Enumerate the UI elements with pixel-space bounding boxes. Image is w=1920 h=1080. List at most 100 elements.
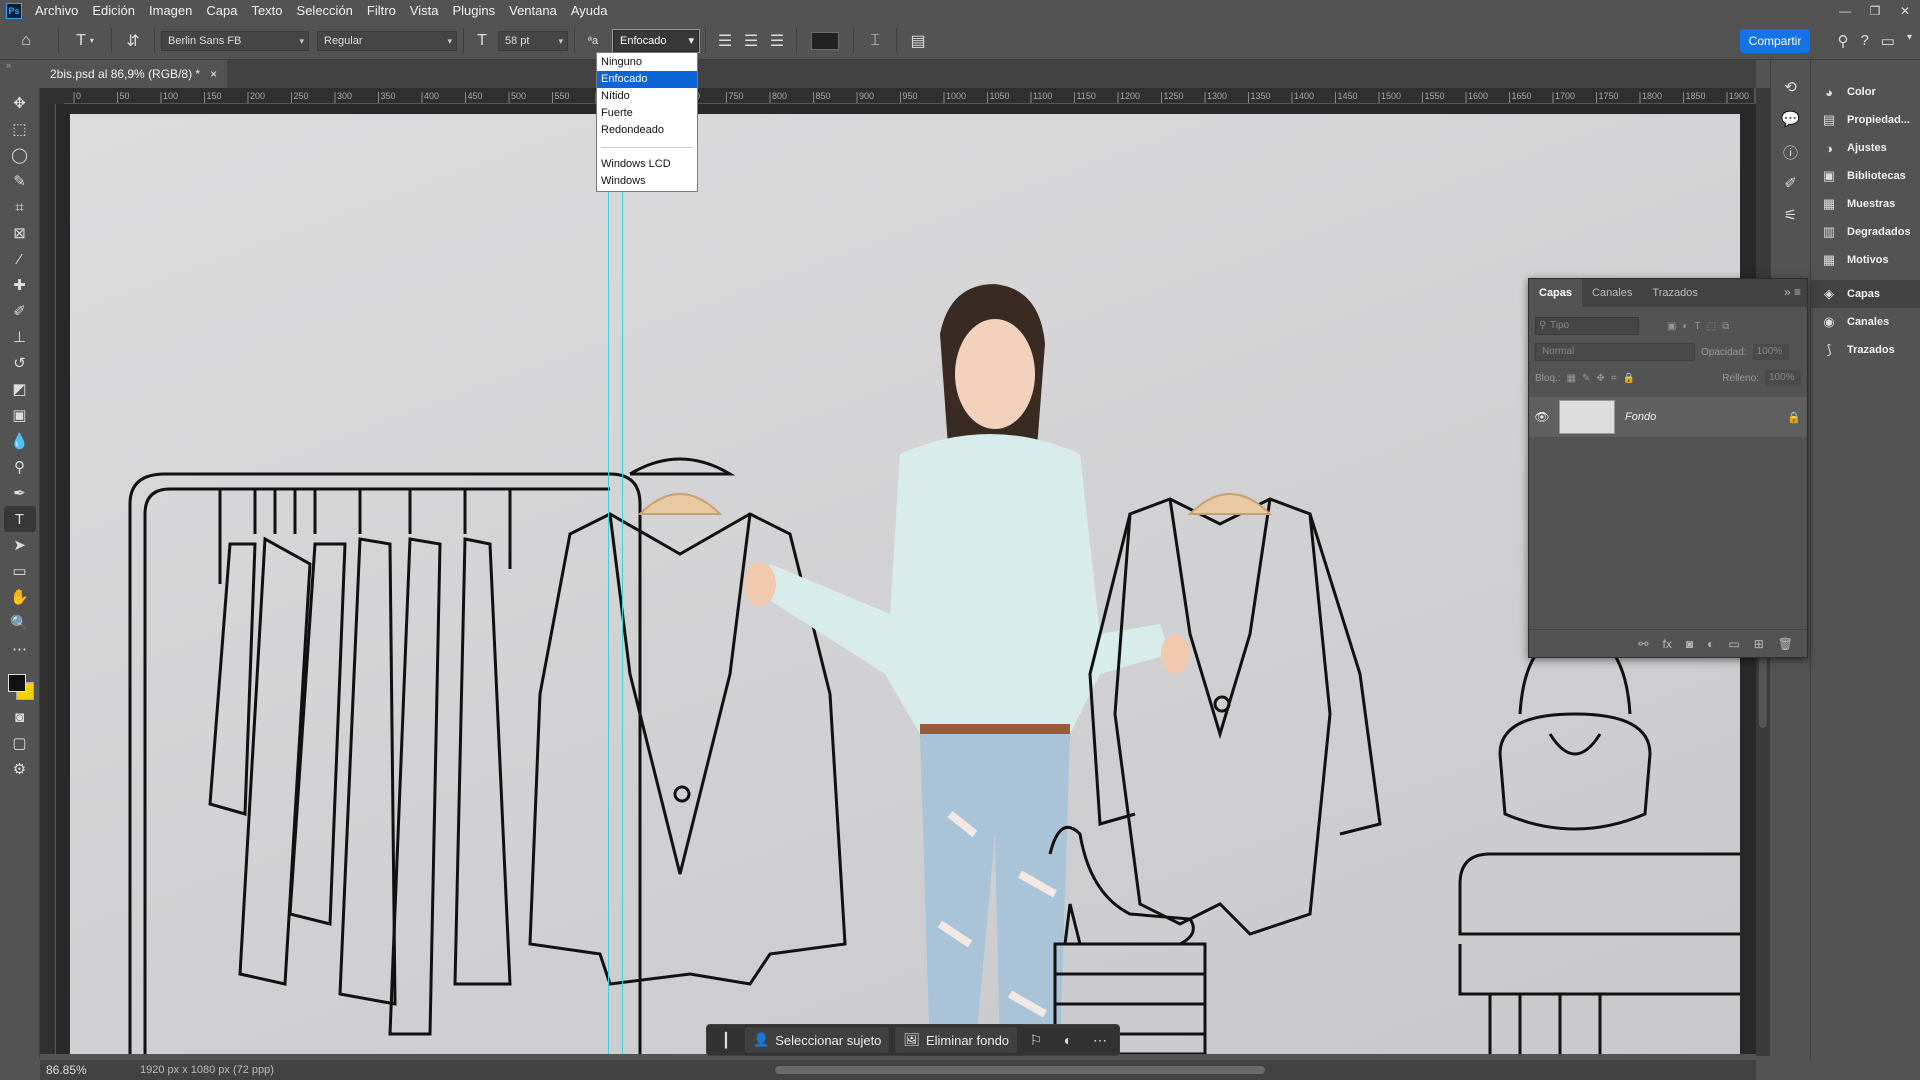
blend-mode-select[interactable]: Normal (1535, 343, 1695, 361)
lock-all-icon[interactable]: 🔒 (1622, 373, 1634, 384)
canvas-area[interactable] (56, 104, 1756, 1054)
hand-tool-icon[interactable]: ✋ (4, 584, 36, 610)
share-button[interactable]: Compartir (1740, 29, 1810, 53)
panel-gradients[interactable]: ▥ Degradados (1811, 218, 1920, 246)
panel-patterns[interactable]: ▦ Motivos (1811, 246, 1920, 274)
blur-tool-icon[interactable]: 💧 (4, 428, 36, 454)
layer-style-icon[interactable]: fx (1663, 637, 1672, 651)
dropdown-option-ninguno[interactable]: Ninguno (597, 54, 697, 71)
document-tab[interactable]: 2bis.psd al 86,9% (RGB/8) * × (40, 60, 228, 88)
visibility-eye-icon[interactable]: 👁 (1529, 410, 1555, 424)
clone-stamp-tool-icon[interactable]: ⊥ (4, 324, 36, 350)
dropdown-option-nitido[interactable]: Nítido (597, 88, 697, 105)
home-icon[interactable]: ⌂ (0, 22, 52, 60)
new-layer-icon[interactable]: ⊞ (1754, 637, 1764, 651)
align-right-icon[interactable]: ☰ (764, 22, 790, 60)
document-canvas[interactable] (70, 114, 1740, 1054)
layer-row[interactable]: 👁 Fondo 🔒 (1529, 397, 1807, 437)
menu-seleccion[interactable]: Selección (290, 0, 360, 22)
menu-capa[interactable]: Capa (199, 0, 244, 22)
eraser-tool-icon[interactable]: ◩ (4, 376, 36, 402)
search-icon[interactable]: ⚲ (1837, 32, 1848, 50)
history-brush-tool-icon[interactable]: ↺ (4, 350, 36, 376)
lock-position-icon[interactable]: ✥ (1596, 373, 1604, 384)
antialias-select[interactable]: Enfocado ▾ (613, 29, 699, 52)
menu-imagen[interactable]: Imagen (142, 0, 199, 22)
crop-tool-icon[interactable]: ⌗ (4, 194, 36, 220)
panel-properties[interactable]: ▤ Propiedad... (1811, 106, 1920, 134)
lasso-tool-icon[interactable]: ◯ (4, 142, 36, 168)
pen-tool-icon[interactable]: ✒ (4, 480, 36, 506)
help-icon[interactable]: ? (1860, 32, 1868, 50)
filter-smart-object-icon[interactable]: ⧉ (1722, 321, 1729, 332)
link-layers-icon[interactable]: ⚯ (1638, 637, 1648, 651)
new-group-icon[interactable]: ▭ (1728, 637, 1739, 651)
brush-settings-icon[interactable]: ✐ (1784, 174, 1797, 196)
filter-adjustment-icon[interactable]: ◐ (1682, 321, 1688, 332)
dropdown-option-windows-lcd[interactable]: Windows LCD (597, 156, 697, 173)
menu-filtro[interactable]: Filtro (360, 0, 403, 22)
remove-background-button[interactable]: 🖼 Eliminar fondo (895, 1027, 1018, 1053)
align-left-icon[interactable]: ☰ (712, 22, 738, 60)
text-color-swatch[interactable] (811, 31, 839, 50)
guide-line[interactable] (622, 114, 623, 1054)
zoom-tool-icon[interactable]: 🔍 (4, 610, 36, 636)
history-icon[interactable]: ⟲ (1784, 78, 1797, 100)
panel-paths[interactable]: ⟆ Trazados (1811, 336, 1920, 364)
foreground-color-swatch[interactable] (7, 674, 26, 692)
layer-filter-select[interactable]: ⚲ Tipo (1535, 317, 1639, 335)
panel-layers[interactable]: ◈ Capas (1811, 280, 1920, 308)
filter-shape-icon[interactable]: ⬚ (1707, 321, 1716, 332)
chevron-down-icon[interactable]: ▾ (1907, 32, 1912, 50)
path-selection-tool-icon[interactable]: ➤ (4, 532, 36, 558)
info-icon[interactable]: ⓘ (1783, 142, 1798, 164)
quick-mask-icon[interactable]: ◙ (4, 704, 36, 730)
menu-edicion[interactable]: Edición (85, 0, 142, 22)
dropdown-option-enfocado[interactable]: Enfocado (597, 71, 697, 88)
opacity-field[interactable]: 100% (1752, 344, 1789, 360)
font-family-select[interactable]: Berlin Sans FB ▾ (161, 30, 309, 51)
move-tool-icon[interactable]: ✥ (4, 90, 36, 116)
horizontal-ruler[interactable]: 0501001502002503003504004505005506006507… (64, 88, 1754, 104)
layer-name[interactable]: Fondo (1625, 411, 1787, 423)
delete-layer-icon[interactable]: 🗑 (1778, 637, 1793, 651)
type-tool-icon[interactable]: T (3, 506, 36, 532)
more-tools-icon[interactable]: ⋯ (4, 636, 36, 662)
zoom-level[interactable]: 86.85% (40, 1063, 130, 1077)
menu-ayuda[interactable]: Ayuda (564, 0, 615, 22)
font-size-select[interactable]: 58 pt ▾ (498, 30, 568, 51)
quick-selection-tool-icon[interactable]: ✎ (4, 168, 36, 194)
tab-capas[interactable]: Capas (1529, 279, 1583, 307)
tool-presets-icon[interactable]: ⚟ (1784, 206, 1797, 228)
lock-pixels-icon[interactable]: ✎ (1582, 373, 1590, 384)
scrollbar-thumb[interactable] (1759, 648, 1767, 728)
filter-pixel-icon[interactable]: ▣ (1667, 321, 1676, 332)
filter-type-icon[interactable]: T (1695, 321, 1701, 332)
menu-texto[interactable]: Texto (244, 0, 289, 22)
text-tool-preset-icon[interactable]: T ▾ (65, 22, 105, 60)
select-subject-button[interactable]: 👤 Seleccionar sujeto (745, 1027, 890, 1053)
menu-ventana[interactable]: Ventana (502, 0, 564, 22)
adjustment-icon[interactable]: ◐ (1055, 1027, 1081, 1053)
tab-canales[interactable]: Canales (1582, 279, 1642, 307)
text-orientation-icon[interactable]: ⇵ (118, 22, 148, 60)
add-mask-icon[interactable]: ◙ (1686, 637, 1693, 651)
marquee-tool-icon[interactable]: ⬚ (4, 116, 36, 142)
dropdown-option-fuerte[interactable]: Fuerte (597, 105, 697, 122)
menu-plugins[interactable]: Plugins (445, 0, 502, 22)
comments-icon[interactable]: 💬 (1781, 110, 1800, 132)
vertical-ruler[interactable] (40, 104, 56, 1054)
healing-brush-tool-icon[interactable]: ✚ (4, 272, 36, 298)
dropdown-option-windows[interactable]: Windows (597, 173, 697, 190)
dropdown-option-redondeado[interactable]: Redondeado (597, 122, 697, 139)
close-window-button[interactable]: ✕ (1890, 0, 1920, 22)
ruler-origin[interactable] (40, 88, 64, 104)
edit-toolbar-icon[interactable]: ⚙ (4, 756, 36, 782)
dodge-tool-icon[interactable]: ⚲ (4, 454, 36, 480)
document-info[interactable]: 1920 px x 1080 px (72 ppp) (130, 1064, 274, 1076)
scrollbar-thumb[interactable] (775, 1066, 1265, 1074)
font-style-select[interactable]: Regular ▾ (317, 30, 457, 51)
expand-toolbar-icon[interactable]: » (0, 60, 40, 70)
lock-artboard-icon[interactable]: ⌗ (1611, 373, 1617, 384)
character-panel-icon[interactable]: ▤ (903, 22, 933, 60)
